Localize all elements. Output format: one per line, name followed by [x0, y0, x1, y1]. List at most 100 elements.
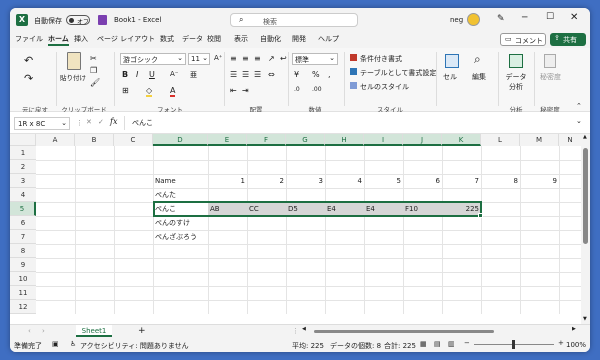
scrollbar-thumb[interactable] [583, 148, 588, 244]
cell-d7[interactable]: ぺんざぶろう [153, 230, 199, 244]
insert-function-icon[interactable]: fx [110, 117, 117, 126]
user-name[interactable]: neg [450, 16, 463, 24]
cell-e5[interactable]: AB [208, 202, 222, 216]
cell-i5[interactable]: E4 [364, 202, 377, 216]
tab-formulas[interactable]: 数式 [160, 32, 174, 46]
tab-file[interactable]: ファイル [15, 32, 43, 46]
expand-formula-icon[interactable]: ⌄ [576, 117, 582, 125]
bold-icon[interactable]: B [122, 70, 128, 79]
conditional-format-button[interactable]: 条件付き書式 [360, 54, 402, 64]
underline-icon[interactable]: U [149, 70, 155, 79]
scrollbar-thumb[interactable] [314, 330, 494, 333]
avatar[interactable] [467, 13, 480, 26]
cell-l3[interactable]: 8 [481, 174, 520, 188]
scroll-up-icon[interactable]: ▲ [583, 134, 587, 140]
indent-icon[interactable]: ⇤ [230, 86, 237, 95]
font-size-select[interactable]: 11 ⌄ [188, 53, 210, 65]
horizontal-scrollbar[interactable]: ◀ ▶ [302, 326, 578, 334]
cell-d3[interactable]: Name [153, 174, 178, 188]
column-header-e[interactable]: E [208, 134, 247, 146]
cells-button[interactable]: セル [440, 52, 464, 98]
currency-icon[interactable]: ¥ [294, 70, 299, 79]
normal-view-icon[interactable]: ▦ [420, 340, 427, 348]
page-break-view-icon[interactable]: ▥ [448, 340, 455, 348]
row-header-8[interactable]: 8 [10, 244, 36, 258]
cancel-icon[interactable]: ✕ [86, 118, 92, 126]
cell-i3[interactable]: 5 [364, 174, 403, 188]
column-header-m[interactable]: M [520, 134, 559, 146]
align-middle-icon[interactable]: ≡ [242, 54, 249, 63]
tab-developer[interactable]: 開発 [292, 32, 306, 46]
column-header-d[interactable]: D [153, 134, 208, 146]
column-header-n[interactable]: N [559, 134, 581, 146]
zoom-level[interactable]: 100% [566, 341, 586, 349]
scroll-down-icon[interactable]: ▼ [583, 316, 587, 322]
column-header-j[interactable]: J [403, 134, 442, 146]
table-format-button[interactable]: テーブルとして書式設定 [360, 68, 436, 78]
align-top-icon[interactable]: ≡ [230, 54, 237, 63]
fill-color-icon[interactable]: ◇ [146, 86, 153, 97]
outdent-icon[interactable]: ⇥ [242, 86, 249, 95]
cell-d6[interactable]: ぺんのすけ [153, 216, 192, 230]
row-header-2[interactable]: 2 [10, 160, 36, 174]
cell-j3[interactable]: 6 [403, 174, 442, 188]
collapse-ribbon-icon[interactable]: ⌃ [576, 102, 582, 110]
add-sheet-icon[interactable]: + [138, 326, 146, 336]
cell-m3[interactable]: 9 [520, 174, 559, 188]
column-header-l[interactable]: L [481, 134, 520, 146]
decrease-decimal-icon[interactable]: .00 [312, 86, 322, 93]
cell-k3[interactable]: 7 [442, 174, 481, 188]
row-header-1[interactable]: 1 [10, 146, 36, 160]
tab-home[interactable]: ホーム [48, 32, 69, 46]
share-button[interactable]: ⇪ 共有 [550, 33, 586, 46]
border-icon[interactable]: ⊞ [122, 86, 129, 95]
minimize-icon[interactable]: ─ [522, 13, 527, 23]
align-left-icon[interactable]: ☰ [230, 70, 237, 79]
scroll-left-icon[interactable]: ◀ [302, 326, 306, 332]
close-icon[interactable]: ✕ [570, 12, 578, 23]
prev-sheet-icon[interactable]: ‹ [28, 327, 31, 335]
cell-k5[interactable]: 225 [442, 202, 481, 216]
tab-page-layout[interactable]: ページ レイアウト [97, 32, 155, 46]
undo-icon[interactable]: ↶ [24, 54, 33, 67]
align-center-icon[interactable]: ☰ [242, 70, 249, 79]
redo-icon[interactable]: ↷ [24, 72, 33, 85]
column-header-f[interactable]: F [247, 134, 286, 146]
comment-button[interactable]: ▭ コメント [500, 33, 546, 46]
sensitivity-button[interactable]: 秘密度 [538, 52, 562, 98]
italic-icon[interactable]: I [136, 70, 138, 79]
enter-icon[interactable]: ✓ [98, 118, 104, 126]
select-all-corner[interactable] [10, 134, 36, 146]
row-header-3[interactable]: 3 [10, 174, 36, 188]
next-sheet-icon[interactable]: › [42, 327, 45, 335]
number-format-select[interactable]: 標準 ⌄ [292, 53, 338, 65]
wrap-text-icon[interactable]: ↩ [280, 54, 287, 63]
tab-insert[interactable]: 挿入 [74, 32, 88, 46]
row-header-9[interactable]: 9 [10, 258, 36, 272]
cell-f3[interactable]: 2 [247, 174, 286, 188]
name-box[interactable]: 1R x 8C ⌄ [14, 117, 70, 130]
cell-g3[interactable]: 3 [286, 174, 325, 188]
column-header-a[interactable]: A [36, 134, 75, 146]
row-header-11[interactable]: 11 [10, 286, 36, 300]
row-header-6[interactable]: 6 [10, 216, 36, 230]
row-header-4[interactable]: 4 [10, 188, 36, 202]
font-color-icon[interactable]: A [170, 86, 176, 97]
column-header-k[interactable]: K [442, 134, 481, 146]
cell-d5[interactable]: ぺんこ [153, 202, 178, 216]
worksheet-grid[interactable]: A B C D E F G H I J K L M N 1 2 3 4 5 6 … [10, 134, 590, 324]
search-box[interactable]: ⌕ 検索 [230, 13, 358, 27]
zoom-in-icon[interactable]: + [558, 339, 564, 347]
column-header-b[interactable]: B [75, 134, 114, 146]
zoom-slider[interactable] [474, 340, 554, 349]
autosave-toggle[interactable]: オフ [66, 15, 90, 26]
cell-g5[interactable]: D5 [286, 202, 300, 216]
data-analysis-button[interactable]: データ分析 [504, 52, 528, 98]
column-header-h[interactable]: H [325, 134, 364, 146]
cell-f5[interactable]: CC [247, 202, 261, 216]
column-header-i[interactable]: I [364, 134, 403, 146]
accessibility-status[interactable]: アクセシビリティ: 問題ありません [80, 341, 189, 351]
grow-font-icon[interactable]: A⁺ [214, 54, 222, 62]
align-right-icon[interactable]: ☰ [254, 70, 261, 79]
pen-icon[interactable]: ✎ [497, 14, 505, 24]
